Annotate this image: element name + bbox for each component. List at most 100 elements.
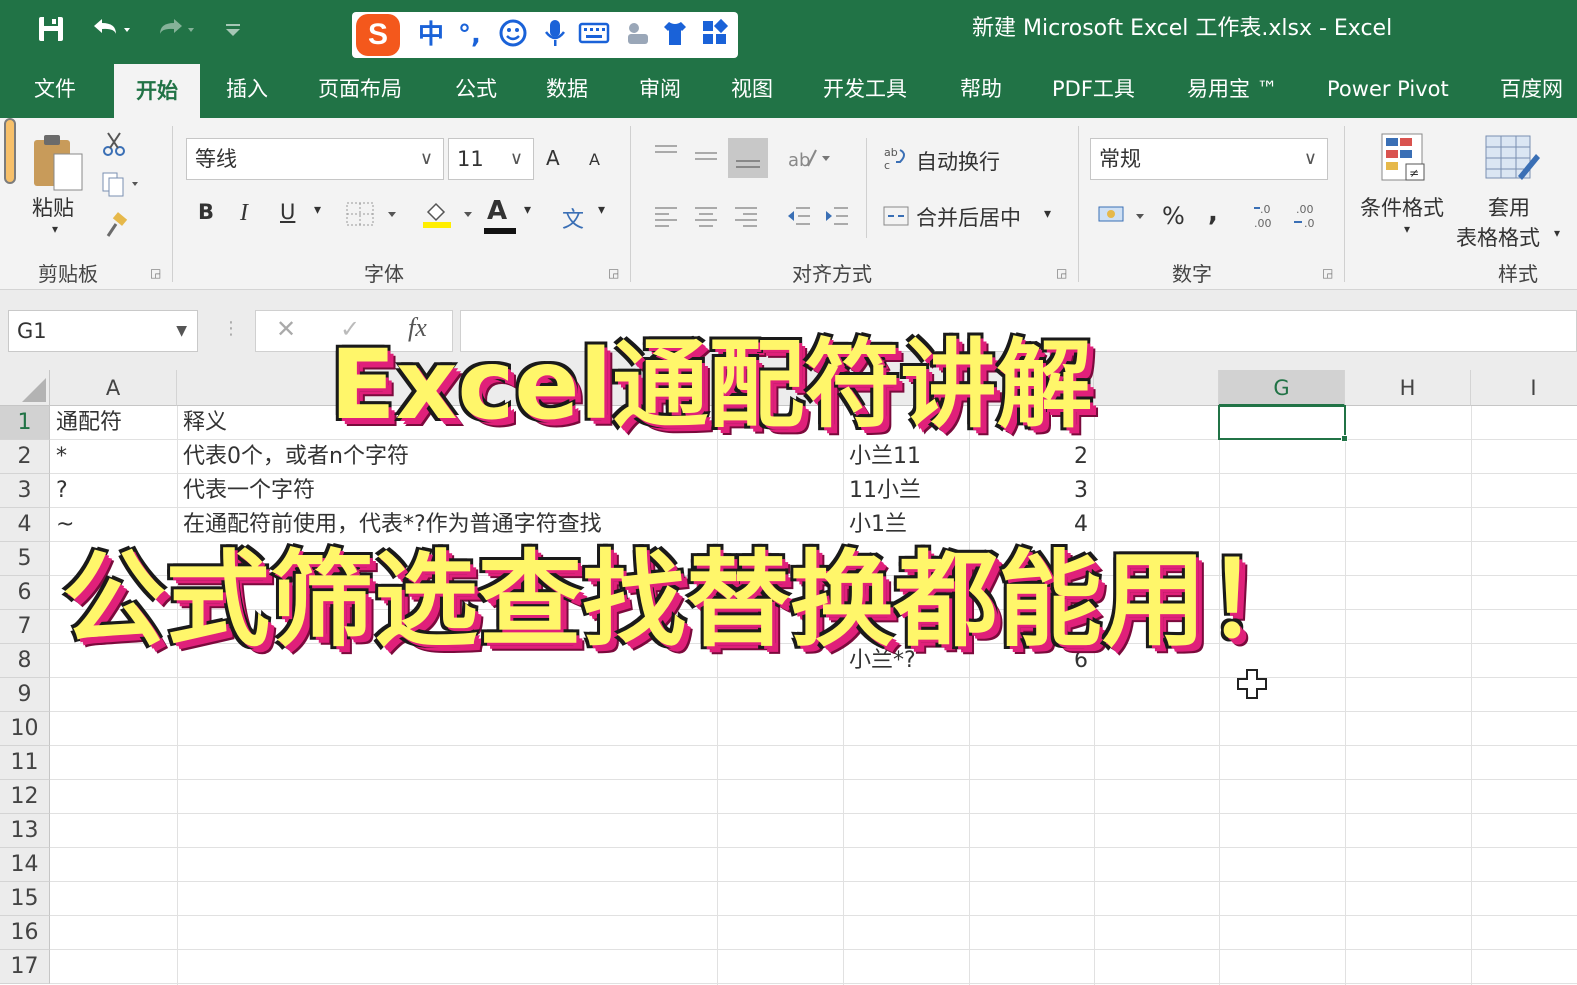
row-header[interactable]: 2 <box>0 440 50 474</box>
tab-view[interactable]: 视图 <box>731 60 773 118</box>
row-header[interactable]: 1 <box>0 406 50 440</box>
cell-b2[interactable]: 代表0个，或者n个字符 <box>177 440 409 474</box>
column-header-a[interactable]: A <box>50 370 177 406</box>
align-bottom-button[interactable] <box>728 138 768 178</box>
worksheet-grid[interactable]: A G H I 1 2 3 4 5 6 7 8 9 10 11 12 13 14 15 16 17 通配符 释义… <box>0 370 1577 985</box>
cell-b3[interactable]: 代表一个字符 <box>177 474 315 508</box>
column-header-i[interactable]: I <box>1471 370 1577 406</box>
copy-icon[interactable] <box>100 170 140 204</box>
tab-data[interactable]: 数据 <box>546 60 588 118</box>
fill-color-icon[interactable] <box>420 198 476 236</box>
font-size-select[interactable]: 11 ∨ <box>448 138 534 180</box>
wrap-text-button[interactable]: 自动换行 <box>916 146 1000 176</box>
column-header-f[interactable] <box>1094 370 1219 406</box>
cancel-icon[interactable]: ✕ <box>276 315 296 343</box>
keyboard-icon[interactable] <box>578 18 610 57</box>
number-format-select[interactable]: 常规 ∨ <box>1090 138 1328 180</box>
clipboard-launcher-icon[interactable]: ◲ <box>150 266 161 280</box>
underline-dropdown-icon[interactable]: ▾ <box>314 202 321 218</box>
name-box[interactable]: G1 ▼ <box>8 310 198 352</box>
tab-page-layout[interactable]: 页面布局 <box>318 60 402 118</box>
alignment-launcher-icon[interactable]: ◲ <box>1056 266 1067 280</box>
font-color-dropdown-icon[interactable]: ▾ <box>524 202 531 218</box>
align-left-icon[interactable] <box>652 204 680 234</box>
table-format-dropdown-icon[interactable]: ▾ <box>1554 226 1560 240</box>
font-launcher-icon[interactable]: ◲ <box>608 266 619 280</box>
redo-icon[interactable] <box>152 14 196 51</box>
tab-file[interactable]: 文件 <box>34 60 76 118</box>
grow-font-button[interactable]: A <box>546 146 560 170</box>
format-as-table-icon[interactable] <box>1482 132 1540 194</box>
cell-a3[interactable]: ? <box>50 474 68 508</box>
cell-e3[interactable]: 3 <box>969 474 1094 508</box>
row-header[interactable]: 9 <box>0 678 50 712</box>
paste-icon[interactable] <box>30 132 86 200</box>
format-as-table-line1[interactable]: 套用 <box>1488 192 1530 222</box>
save-icon[interactable] <box>36 14 66 51</box>
increase-decimal-icon[interactable]: .0.00 <box>1252 200 1284 238</box>
row-header[interactable]: 6 <box>0 576 50 610</box>
merge-center-icon[interactable] <box>882 202 910 236</box>
emoji-icon[interactable] <box>498 18 528 57</box>
tools-icon[interactable] <box>622 18 652 57</box>
comma-button[interactable]: , <box>1208 198 1218 228</box>
tab-easy-tools[interactable]: 易用宝 ™ <box>1187 60 1278 118</box>
row-header[interactable]: 11 <box>0 746 50 780</box>
format-painter-icon[interactable] <box>102 212 130 246</box>
wrap-text-icon[interactable]: ab c <box>882 144 910 178</box>
tab-pdf-tools[interactable]: PDF工具 <box>1052 60 1135 118</box>
decrease-indent-icon[interactable] <box>784 204 812 234</box>
conditional-formatting-button[interactable]: 条件格式 <box>1360 192 1444 222</box>
cell-b1[interactable]: 释义 <box>177 406 227 440</box>
row-header[interactable]: 17 <box>0 950 50 984</box>
row-header[interactable]: 16 <box>0 916 50 950</box>
tab-baidu[interactable]: 百度网 <box>1500 60 1563 118</box>
apps-grid-icon[interactable] <box>700 18 730 57</box>
row-header[interactable]: 15 <box>0 882 50 916</box>
percent-button[interactable]: % <box>1162 202 1185 230</box>
align-top-icon[interactable] <box>652 142 680 172</box>
row-header[interactable]: 14 <box>0 848 50 882</box>
align-right-icon[interactable] <box>732 204 760 234</box>
phonetic-dropdown-icon[interactable]: ▾ <box>598 202 605 218</box>
ime-logo[interactable]: S <box>356 14 400 56</box>
cell-d3[interactable]: 11小兰 <box>843 474 921 508</box>
cell-e2[interactable]: 2 <box>969 440 1094 474</box>
merge-dropdown-icon[interactable]: ▾ <box>1044 206 1051 222</box>
underline-button[interactable]: U <box>280 200 295 224</box>
customize-qat-icon[interactable] <box>222 14 244 51</box>
fill-handle[interactable] <box>1341 435 1348 442</box>
font-color-button[interactable]: A <box>487 196 507 226</box>
tab-power-pivot[interactable]: Power Pivot <box>1327 60 1449 118</box>
paste-dropdown-icon[interactable]: ▾ <box>52 222 58 236</box>
number-launcher-icon[interactable]: ◲ <box>1322 266 1333 280</box>
row-header[interactable]: 12 <box>0 780 50 814</box>
tab-home[interactable]: 开始 <box>114 64 200 118</box>
conditional-dropdown-icon[interactable]: ▾ <box>1404 222 1410 236</box>
accounting-format-icon[interactable] <box>1096 202 1148 236</box>
ime-mode[interactable]: 中 <box>418 18 444 52</box>
cell-d2[interactable]: 小兰11 <box>843 440 921 474</box>
bold-button[interactable]: B <box>198 200 214 224</box>
increase-indent-icon[interactable] <box>822 204 850 234</box>
formula-bar-splitter-icon[interactable]: ⋮ <box>222 318 240 339</box>
column-header-h[interactable]: H <box>1345 370 1471 406</box>
column-header-g[interactable]: G <box>1219 370 1345 406</box>
active-cell-g1[interactable] <box>1218 405 1346 440</box>
row-header[interactable]: 10 <box>0 712 50 746</box>
microphone-icon[interactable] <box>542 18 568 57</box>
cell-a1[interactable]: 通配符 <box>50 406 122 440</box>
tab-formulas[interactable]: 公式 <box>455 60 497 118</box>
italic-button[interactable]: I <box>240 200 248 227</box>
decrease-decimal-icon[interactable]: .00.0 <box>1292 200 1324 238</box>
cell-b4[interactable]: 在通配符前使用，代表*?作为普通字符查找 <box>177 508 602 542</box>
orientation-icon[interactable]: ab <box>786 144 834 178</box>
tab-developer[interactable]: 开发工具 <box>823 60 907 118</box>
undo-icon[interactable] <box>88 14 132 51</box>
cell-d4[interactable]: 小1兰 <box>843 508 907 542</box>
shrink-font-button[interactable]: A <box>589 150 600 169</box>
cell-a2[interactable]: * <box>50 440 67 474</box>
row-header[interactable]: 5 <box>0 542 50 576</box>
tab-review[interactable]: 审阅 <box>639 60 681 118</box>
drag-handle[interactable] <box>4 118 16 184</box>
